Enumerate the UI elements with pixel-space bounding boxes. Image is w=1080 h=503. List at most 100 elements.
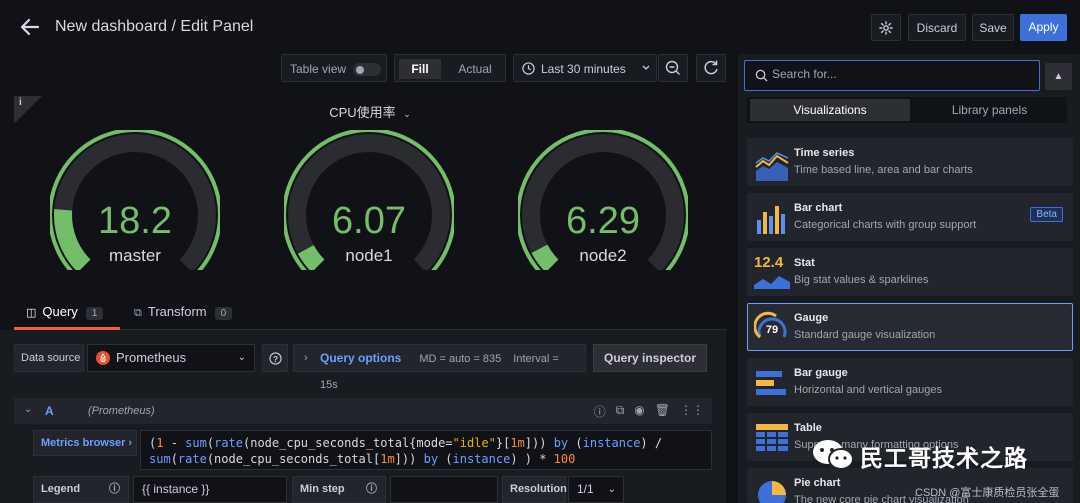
metrics-browser-button[interactable]: Metrics browser › (33, 430, 137, 456)
viz-desc: Time based line, area and bar charts (794, 164, 973, 176)
min-step-label-text: Min step (300, 483, 345, 495)
min-step-input[interactable] (390, 476, 498, 503)
actual-option[interactable]: Actual (447, 59, 503, 79)
info-icon: ⓘ (109, 483, 120, 495)
resolution-label: Resolution (502, 476, 567, 503)
table-view-toggle[interactable]: Table view (281, 54, 387, 82)
metrics-browser-label: Metrics browser (41, 437, 126, 449)
chevron-down-icon: ⌄ (237, 352, 246, 363)
viz-item-time-series[interactable]: Time series Time based line, area and ba… (747, 138, 1073, 186)
apply-button[interactable]: Apply (1020, 14, 1067, 41)
panel-title[interactable]: CPU使用率 ⌄ (14, 102, 726, 121)
chat-bubble-icon (813, 440, 854, 470)
tab-library-panels[interactable]: Library panels (912, 99, 1067, 121)
resolution-select[interactable]: 1/1 ⌄ (568, 476, 624, 503)
info-icon: ⓘ (366, 483, 377, 495)
collapse-sidebar-button[interactable]: ▲ (1045, 63, 1072, 90)
tab-transform[interactable]: ⧉ Transform 0 (134, 304, 233, 330)
query-options[interactable]: › Query options MD = auto = 835 Interval =… (293, 344, 586, 391)
viz-search-box[interactable] (744, 60, 1040, 91)
top-bar: New dashboard / Edit Panel Discard Save … (0, 0, 1080, 54)
table-view-label: Table view (290, 62, 347, 76)
viz-name: Bar gauge (794, 367, 848, 379)
panel-title-text: CPU使用率 (329, 105, 396, 120)
chevron-up-icon: ▲ (1053, 71, 1064, 82)
stat-icon-text: 12.4 (754, 254, 784, 271)
gauge-label: node2 (579, 246, 627, 265)
fill-actual-switch: Fill Actual (394, 54, 506, 82)
panel-preview: i CPU使用率 ⌄ 18.2 master 6.07 node1 6.29 n… (14, 96, 726, 286)
viz-name: Stat (794, 257, 815, 269)
save-button[interactable]: Save (972, 14, 1014, 41)
watermark: 民工哥技术之路 (808, 431, 1068, 479)
toggle-switch[interactable] (353, 63, 381, 76)
tab-visualizations[interactable]: Visualizations (750, 99, 910, 121)
viz-name: Gauge (794, 312, 829, 324)
query-inspector-button[interactable]: Query inspector (593, 344, 707, 372)
pie-chart-icon (758, 481, 786, 503)
watermark-text: 民工哥技术之路 (860, 445, 1028, 471)
chevron-down-icon[interactable]: ⌄ (24, 404, 32, 415)
fill-option[interactable]: Fill (399, 59, 441, 79)
gauge-node2: 6.29 node2 (518, 130, 688, 270)
question-circle-icon: ? (268, 352, 282, 365)
settings-button[interactable] (871, 14, 901, 41)
legend-label-text: Legend (41, 483, 81, 495)
trash-icon[interactable]: 🗑 (655, 403, 670, 420)
tab-query-label: Query (42, 304, 78, 319)
credit-text: CSDN @富士康质检员张全蛋 (915, 487, 1060, 499)
legend-input[interactable]: {{ instance }} (133, 476, 287, 503)
refresh-icon (704, 60, 718, 75)
chevron-right-icon: › (304, 352, 308, 364)
svg-text:?: ? (272, 354, 277, 364)
data-source-value: Prometheus (116, 350, 187, 365)
chevron-down-icon: ⌄ (403, 109, 411, 119)
viz-item-bar-gauge[interactable]: Bar gauge Horizontal and vertical gauges (747, 358, 1073, 406)
viz-name: Bar chart (794, 202, 843, 214)
table-icon (756, 424, 788, 451)
gear-icon (879, 21, 893, 35)
query-row-header[interactable]: ⌄ A (Prometheus) ⓘ ⧉ ◉ 🗑 ⋮⋮ (14, 398, 712, 424)
eye-icon[interactable]: ◉ (634, 403, 644, 420)
back-arrow-icon[interactable] (16, 13, 44, 41)
tab-transform-count: 0 (214, 307, 233, 320)
tab-query-count: 1 (85, 307, 104, 320)
duplicate-icon[interactable]: ⧉ (616, 403, 625, 420)
data-source-label: Data source (14, 344, 84, 372)
page-title: New dashboard / Edit Panel (55, 18, 254, 35)
bar-gauge-icon (756, 371, 786, 395)
sidebar-tabs: Visualizations Library panels (747, 97, 1067, 123)
discard-button[interactable]: Discard (908, 14, 966, 41)
search-input[interactable] (772, 67, 1022, 81)
help-button[interactable]: ? (262, 344, 288, 372)
tab-query[interactable]: ◫ Query 1 (14, 304, 120, 330)
gauge-master: 18.2 master (50, 130, 220, 270)
chevron-down-icon (642, 65, 650, 70)
database-icon: ◫ (26, 307, 37, 319)
bar-chart-icon (757, 206, 785, 234)
viz-item-gauge[interactable]: 79 Gauge Standard gauge visualization (747, 303, 1073, 351)
viz-desc: Horizontal and vertical gauges (794, 384, 942, 396)
promql-expression-field[interactable]: (1 - sum(rate(node_cpu_seconds_total{mod… (140, 430, 712, 470)
time-range-picker[interactable]: Last 30 minutes (513, 54, 657, 82)
max-data-points: MD = auto = 835 (419, 353, 502, 365)
gauge-icon: 79 (753, 310, 790, 346)
gauge-label: master (109, 246, 161, 265)
resolution-value: 1/1 (577, 482, 594, 496)
zoom-out-button[interactable] (658, 54, 688, 82)
min-step-label: Min step ⓘ (292, 476, 386, 503)
help-icon[interactable]: ⓘ (594, 403, 606, 420)
query-letter: A (45, 404, 54, 418)
editor-tabs: ◫ Query 1 ⧉ Transform 0 (14, 300, 726, 330)
data-source-select[interactable]: Prometheus ⌄ (87, 344, 255, 372)
refresh-button[interactable] (696, 54, 726, 82)
chevron-down-icon: ⌄ (607, 484, 616, 495)
viz-item-bar-chart[interactable]: Bar chart Categorical charts with group … (747, 193, 1073, 241)
transform-icon: ⧉ (134, 307, 142, 319)
drag-handle-icon[interactable]: ⋮⋮ (680, 403, 704, 420)
tab-transform-label: Transform (147, 304, 207, 319)
time-range-label: Last 30 minutes (541, 62, 626, 76)
viz-desc: Big stat values & sparklines (794, 274, 929, 286)
viz-item-stat[interactable]: 12.4 Stat Big stat values & sparklines (747, 248, 1073, 296)
query-row-actions: ⓘ ⧉ ◉ 🗑 ⋮⋮ (594, 403, 704, 420)
